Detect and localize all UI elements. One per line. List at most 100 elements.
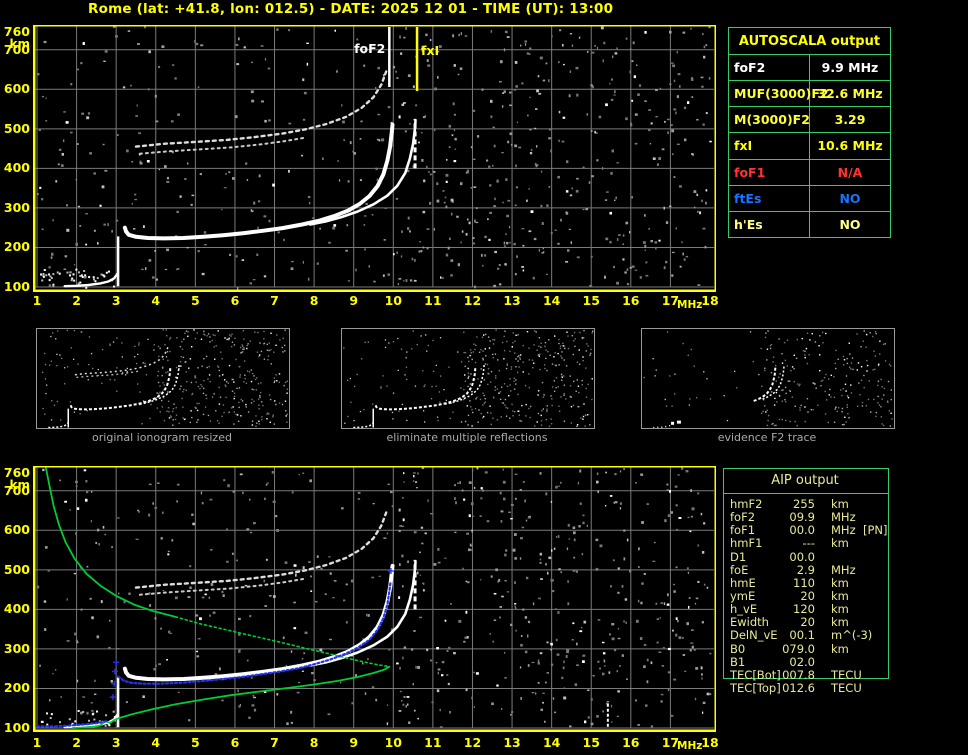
y-tick-label: 200 xyxy=(0,239,30,254)
aip-param-unit: km xyxy=(831,603,849,616)
x-tick-label: 9 xyxy=(349,293,358,308)
x-tick-label: 4 xyxy=(151,293,160,308)
y-tick-label: 700 xyxy=(0,42,30,57)
aip-param-label: foE xyxy=(730,564,748,577)
autoscala-param-label: foF1 xyxy=(729,159,810,185)
autoscala-param-value: 32.6 MHz xyxy=(810,81,891,107)
aip-param-value: 110 xyxy=(761,577,815,590)
y-tick-label: 400 xyxy=(0,160,30,175)
y-tick-label: 300 xyxy=(0,641,30,656)
autoscala-param-label: fxI xyxy=(729,133,810,159)
aip-param-unit: km xyxy=(831,616,849,629)
autoscala-param-value: 10.6 MHz xyxy=(810,133,891,159)
x-tick-label: 6 xyxy=(231,293,240,308)
x-tick-label: 8 xyxy=(310,735,319,750)
x-tick-label: 5 xyxy=(191,293,200,308)
autoscala-row: MUF(3000)F232.6 MHz xyxy=(729,81,891,107)
thumbnail-caption: evidence F2 trace xyxy=(641,431,893,444)
y-tick-label: 760 xyxy=(0,465,30,480)
autoscala-row: ftEsNO xyxy=(729,185,891,211)
y-tick-label: 400 xyxy=(0,601,30,616)
aip-param-value: 20 xyxy=(761,616,815,629)
x-tick-label: 12 xyxy=(464,293,481,308)
x-tick-label: 1 xyxy=(33,735,42,750)
aip-row: TEC[Bot]007.8TECU xyxy=(723,669,913,682)
x-tick-label: 16 xyxy=(622,735,639,750)
aip-param-unit: TECU xyxy=(831,682,862,695)
aip-param-label: B0 xyxy=(730,643,745,656)
x-tick-label: 10 xyxy=(385,735,402,750)
autoscala-header: AUTOSCALA output xyxy=(729,28,891,55)
y-tick-label: 100 xyxy=(0,279,30,294)
aip-param-value: 00.0 xyxy=(761,551,815,564)
x-tick-label: 13 xyxy=(503,735,520,750)
aip-param-unit: MHz xyxy=(831,524,856,537)
aip-output-header: AIP output xyxy=(723,473,887,488)
aip-row: foE 2.9 MHz xyxy=(723,564,913,577)
aip-param-value: 00.0 xyxy=(761,524,815,537)
x-tick-label: 2 xyxy=(72,293,81,308)
aip-param-value: 120 xyxy=(761,603,815,616)
x-tick-label: 17 xyxy=(662,293,679,308)
aip-header-divider xyxy=(723,493,888,494)
aip-param-value: 2.9 xyxy=(761,564,815,577)
aip-param-unit: m^(-3) xyxy=(831,629,872,642)
x-tick-label: 9 xyxy=(349,735,358,750)
autoscala-param-value: NO xyxy=(810,185,891,211)
autoscala-param-value: NO xyxy=(810,211,891,237)
x-tick-label: 2 xyxy=(72,735,81,750)
ionogram-top-plot: foF2 fxI xyxy=(33,25,716,292)
autoscala-row: fxI10.6 MHz xyxy=(729,133,891,159)
foF2-marker-label: foF2 xyxy=(354,41,385,56)
x-tick-label: 3 xyxy=(112,293,121,308)
fxI-marker-label: fxI xyxy=(421,43,439,58)
x-tick-label: 11 xyxy=(424,735,441,750)
aip-param-unit: MHz xyxy=(831,564,856,577)
x-tick-label: 5 xyxy=(191,735,200,750)
aip-row: hmE110km xyxy=(723,577,913,590)
autoscala-param-label: ftEs xyxy=(729,185,810,211)
x-tick-label: 7 xyxy=(270,293,279,308)
aip-param-value: --- xyxy=(761,537,815,550)
y-tick-label: 600 xyxy=(0,522,30,537)
aip-param-unit: MHz xyxy=(831,511,856,524)
x-axis-unit-bottom: MHz xyxy=(677,740,702,752)
aip-param-value: 079.0 xyxy=(761,643,815,656)
x-tick-label: 12 xyxy=(464,735,481,750)
x-tick-label: 10 xyxy=(385,293,402,308)
y-tick-label: 200 xyxy=(0,680,30,695)
x-tick-label: 14 xyxy=(543,293,560,308)
aip-param-unit: TECU xyxy=(831,669,862,682)
aip-param-label: hmF2 xyxy=(730,498,762,511)
aip-row: hmF1---km xyxy=(723,537,913,550)
aip-param-unit: km xyxy=(831,643,849,656)
thumbnail-original-ionogram xyxy=(36,328,290,429)
x-tick-label: 3 xyxy=(112,735,121,750)
x-tick-label: 15 xyxy=(583,735,600,750)
y-tick-label: 500 xyxy=(0,121,30,136)
autoscala-param-value: 9.9 MHz xyxy=(810,55,891,81)
autoscala-row: h'EsNO xyxy=(729,211,891,237)
aip-param-value: 00.1 xyxy=(761,629,815,642)
x-tick-label: 1 xyxy=(33,293,42,308)
aip-row: B0 079.0 km xyxy=(723,643,913,656)
aip-param-label: hmE xyxy=(730,577,756,590)
autoscala-param-label: MUF(3000)F2 xyxy=(729,81,810,107)
x-tick-label: 14 xyxy=(543,735,560,750)
autoscala-row: foF29.9 MHz xyxy=(729,55,891,81)
x-tick-label: 8 xyxy=(310,293,319,308)
y-tick-label: 600 xyxy=(0,81,30,96)
aip-param-unit: km xyxy=(831,537,849,550)
x-tick-label: 13 xyxy=(503,293,520,308)
aip-param-unit: km xyxy=(831,498,849,511)
autoscala-param-value: N/A xyxy=(810,159,891,185)
aip-row: TEC[Top]012.6TECU xyxy=(723,682,913,695)
aip-param-unit: km xyxy=(831,590,849,603)
aip-param-label: h_vE xyxy=(730,603,757,616)
aip-row: DelN_vE00.1m^(-3) xyxy=(723,629,913,642)
aip-param-label: D1 xyxy=(730,551,746,564)
x-tick-label: 16 xyxy=(622,293,639,308)
autoscala-param-label: foF2 xyxy=(729,55,810,81)
aip-param-value: 255 xyxy=(761,498,815,511)
autoscala-param-value: 3.29 xyxy=(810,107,891,133)
